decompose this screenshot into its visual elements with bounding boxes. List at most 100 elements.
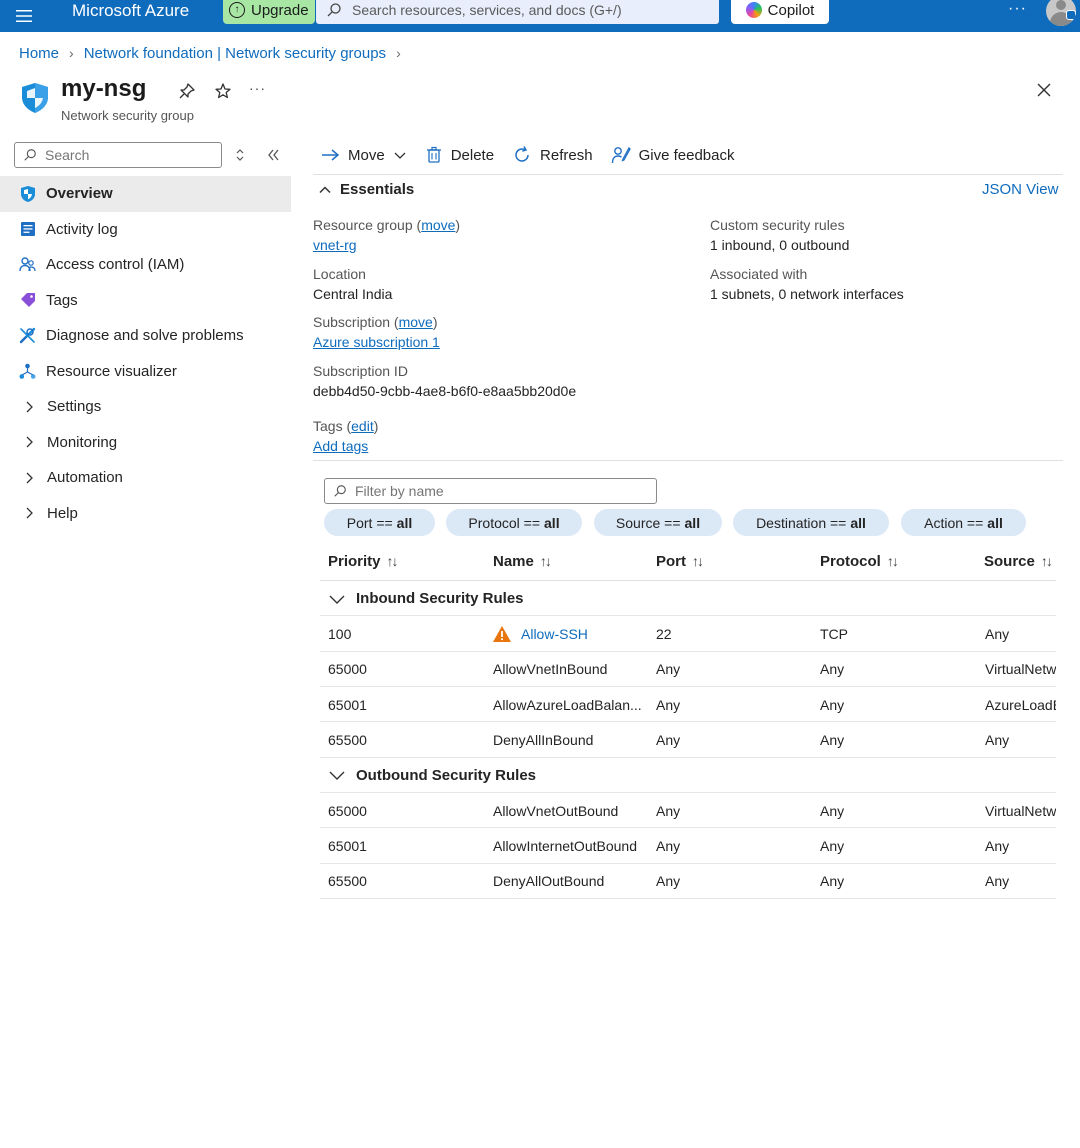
filter-pill-action[interactable]: Action == all: [901, 509, 1026, 536]
close-icon[interactable]: [1035, 81, 1053, 99]
sidebar-item-overview[interactable]: Overview: [0, 176, 291, 212]
cell-priority: 65500: [328, 731, 367, 748]
filter-pill-source[interactable]: Source == all: [594, 509, 722, 536]
chevron-right-icon: ›: [69, 45, 74, 61]
resource-group-move-link[interactable]: move: [421, 217, 455, 233]
group-row-inbound[interactable]: Inbound Security Rules: [320, 581, 1056, 617]
avatar-head-shape: [1056, 0, 1066, 10]
sidebar-search-input[interactable]: [14, 142, 222, 168]
resource-group-link[interactable]: vnet-rg: [313, 237, 357, 253]
sidebar-group-monitoring[interactable]: Monitoring: [0, 425, 291, 461]
table-row[interactable]: 65001 AllowInternetOutBound Any Any Any: [320, 828, 1056, 864]
upgrade-label: Upgrade: [251, 1, 309, 19]
cell-name: DenyAllInBound: [493, 731, 594, 748]
subscription-link[interactable]: Azure subscription 1: [313, 334, 440, 350]
pin-icon[interactable]: [178, 82, 196, 100]
more-actions-icon[interactable]: ···: [249, 80, 266, 96]
collapse-sidebar-icon[interactable]: [264, 146, 282, 164]
chevron-down-icon: [329, 771, 345, 781]
sidebar-search-field[interactable]: [45, 147, 205, 163]
chevron-down-icon: [394, 152, 406, 159]
give-feedback-button[interactable]: Give feedback: [611, 145, 734, 165]
prop-location: Location Central India: [313, 264, 392, 304]
refresh-icon: [515, 146, 529, 162]
chevron-right-icon: [20, 434, 37, 451]
more-options-icon[interactable]: ···: [1008, 0, 1027, 18]
filter-pill-destination[interactable]: Destination == all: [733, 509, 889, 536]
resource-group-label: Resource group: [313, 217, 413, 233]
cell-source: Any: [985, 837, 1010, 854]
prop-subscription-id: Subscription ID debb4d50-9cbb-4ae8-b6f0-…: [313, 361, 576, 401]
star-icon[interactable]: [214, 82, 232, 100]
command-bar: Move Delete Refresh Give feedback: [320, 141, 752, 169]
sidebar-item-access-control[interactable]: Access control (IAM): [0, 247, 291, 283]
essentials-divider: [313, 460, 1063, 461]
rule-name-link[interactable]: Allow-SSH: [521, 626, 588, 642]
global-search-input[interactable]: Search resources, services, and docs (G+…: [316, 0, 719, 24]
cell-name: AllowVnetInBound: [493, 661, 608, 678]
table-row[interactable]: 65000 AllowVnetOutBound Any Any VirtualN…: [320, 793, 1056, 829]
table-row[interactable]: 65500 DenyAllInBound Any Any Any: [320, 722, 1056, 758]
wrench-icon: [19, 327, 36, 344]
pill-label: Action ==: [924, 514, 984, 531]
sidebar-group-help[interactable]: Help: [0, 496, 291, 532]
location-label: Location: [313, 266, 366, 282]
chevron-right-icon: [20, 505, 37, 522]
sidebar-item-label: Activity log: [46, 220, 118, 238]
sort-toggle-icon[interactable]: [233, 148, 247, 162]
upgrade-button[interactable]: ↑ Upgrade: [223, 0, 315, 24]
sidebar-item-diagnose[interactable]: Diagnose and solve problems: [0, 318, 291, 354]
custom-rules-label: Custom security rules: [710, 217, 845, 233]
hamburger-menu-icon[interactable]: [14, 6, 34, 26]
copilot-icon: [745, 2, 762, 18]
breadcrumb-home[interactable]: Home: [19, 45, 59, 62]
sidebar-item-activity-log[interactable]: Activity log: [0, 212, 291, 248]
copilot-label: Copilot: [767, 1, 815, 19]
sidebar-item-tags[interactable]: Tags: [0, 283, 291, 319]
filter-pill-port[interactable]: Port == all: [324, 509, 435, 536]
sidebar-item-resource-visualizer[interactable]: Resource visualizer: [0, 354, 291, 390]
copilot-button[interactable]: Copilot: [731, 0, 829, 24]
chevron-down-icon: [329, 595, 345, 604]
sidebar-group-automation[interactable]: Automation: [0, 460, 291, 496]
cell-source: VirtualNetw: [985, 661, 1056, 678]
cell-port: Any: [656, 731, 681, 748]
sidebar-item-label: Overview: [46, 185, 113, 203]
sidebar-group-settings[interactable]: Settings: [0, 389, 291, 425]
json-view-link[interactable]: JSON View: [982, 181, 1058, 198]
breadcrumb-network-security-groups[interactable]: Network foundation | Network security gr…: [84, 45, 386, 62]
cell-priority: 65000: [328, 661, 367, 678]
refresh-button[interactable]: Refresh: [512, 145, 593, 165]
cell-priority: 65500: [328, 873, 367, 890]
table-row[interactable]: 65500 DenyAllOutBound Any Any Any: [320, 864, 1056, 899]
shield-icon: [19, 185, 36, 202]
group-row-outbound[interactable]: Outbound Security Rules: [320, 758, 1056, 793]
add-tags-link[interactable]: Add tags: [313, 438, 368, 454]
cell-name: AllowAzureLoadBalan...: [493, 696, 642, 713]
tags-edit-link[interactable]: edit: [351, 418, 374, 434]
pill-value: all: [850, 514, 866, 531]
table-row[interactable]: 65001 AllowAzureLoadBalan... Any Any Azu…: [320, 687, 1056, 723]
subscription-id-value: debb4d50-9cbb-4ae8-b6f0-e8aa5bb20d0e: [313, 383, 577, 399]
cell-name: DenyAllOutBound: [493, 873, 605, 890]
top-bar: Microsoft Azure ↑ Upgrade Search resourc…: [0, 0, 1080, 32]
filter-by-name-input[interactable]: [324, 478, 657, 504]
table-row[interactable]: 65000 AllowVnetInBound Any Any VirtualNe…: [320, 652, 1056, 688]
subscription-move-link[interactable]: move: [399, 314, 433, 330]
cell-protocol: Any: [820, 873, 845, 890]
avatar[interactable]: [1046, 0, 1076, 26]
lock-icon: [1066, 10, 1076, 20]
page-title: my-nsg: [61, 75, 147, 102]
cell-priority: 65000: [328, 802, 367, 819]
table-row[interactable]: 100 Allow-SSH 22 TCP Any: [320, 617, 1056, 652]
filter-by-name-field[interactable]: [355, 483, 645, 499]
essentials-toggle[interactable]: Essentials: [318, 181, 414, 198]
move-button[interactable]: Move: [320, 147, 407, 164]
cell-protocol: Any: [820, 661, 845, 678]
sidebar-item-label: Resource visualizer: [46, 362, 177, 380]
delete-button[interactable]: Delete: [425, 146, 494, 164]
filter-pill-protocol[interactable]: Protocol == all: [446, 509, 582, 536]
cell-port: Any: [656, 873, 681, 890]
portal-brand[interactable]: Microsoft Azure: [72, 1, 189, 21]
delete-label: Delete: [450, 146, 495, 164]
